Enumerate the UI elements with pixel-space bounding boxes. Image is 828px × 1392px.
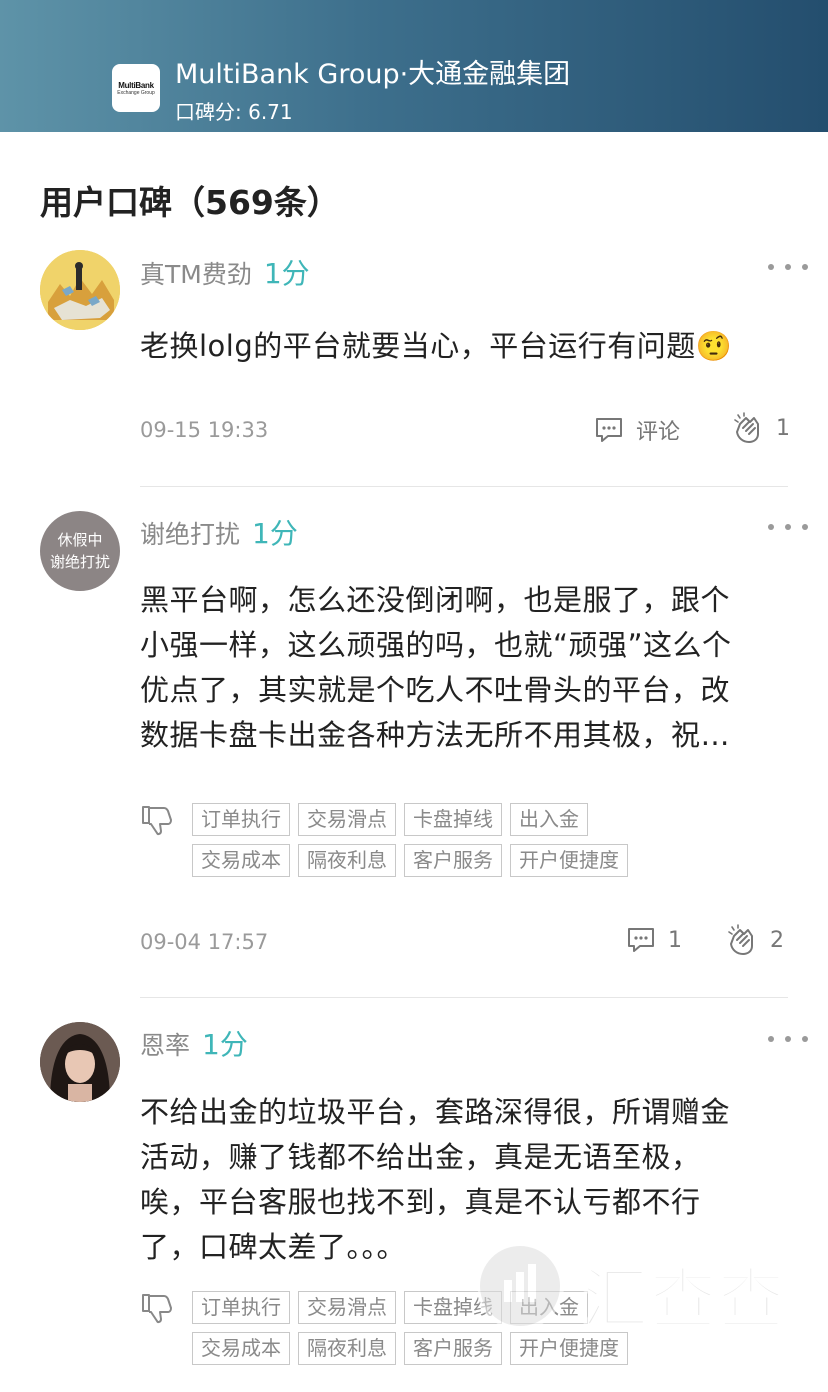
comment-button[interactable]: 评论: [594, 414, 680, 446]
comment-label: 评论: [636, 420, 681, 445]
tag[interactable]: 开户便捷度: [510, 844, 628, 877]
more-options-icon[interactable]: [768, 517, 808, 537]
comment-icon: [596, 418, 622, 442]
review-text-line: 活动，赚了钱都不给出金，真是无语至极，: [140, 1140, 701, 1174]
tag[interactable]: 订单执行: [192, 1291, 290, 1324]
review-date: 09-15 19:33: [140, 418, 269, 442]
tag[interactable]: 客户服务: [404, 1332, 502, 1365]
comment-icon: [628, 928, 654, 952]
review-date: 09-04 17:57: [140, 930, 269, 954]
clap-button[interactable]: 2: [726, 924, 784, 956]
review-text-line: 唉，平台客服也找不到，真是不认亏都不行: [140, 1185, 701, 1219]
review-text-line: 老换lolg的平台就要当心，平台运行有问题🤨: [140, 329, 733, 363]
divider: [140, 486, 788, 487]
broker-score: 口碑分: 6.71: [175, 100, 293, 124]
review-user-row: 真TM费劲 1分: [140, 252, 310, 292]
rating-score: 1分: [252, 517, 298, 550]
clap-count: 2: [770, 927, 784, 953]
more-options-icon[interactable]: [768, 257, 808, 277]
clap-icon: [734, 412, 759, 443]
username[interactable]: 恩率: [140, 1026, 190, 1062]
tag[interactable]: 交易成本: [192, 844, 290, 877]
logo-text: MultiBank: [118, 80, 154, 90]
avatar[interactable]: [40, 250, 120, 330]
reviews-section-title: 用户口碑（569条）: [40, 183, 340, 222]
divider: [140, 997, 788, 998]
tag[interactable]: 卡盘掉线: [404, 803, 502, 836]
tag[interactable]: 隔夜利息: [298, 844, 396, 877]
rating-score: 1分: [202, 1028, 248, 1061]
tag[interactable]: 交易滑点: [298, 803, 396, 836]
tag[interactable]: 出入金: [510, 803, 588, 836]
review-tags: 订单执行 交易滑点 卡盘掉线 出入金 交易成本 隔夜利息 客户服务 开户便捷度: [192, 803, 692, 885]
broker-name[interactable]: MultiBank Group·大通金融集团: [175, 52, 570, 91]
thumb-down-icon: [142, 1294, 172, 1324]
tag[interactable]: 订单执行: [192, 803, 290, 836]
broker-logo: MultiBank Exchange Group: [112, 64, 160, 112]
thumb-down-icon: [142, 806, 172, 836]
avatar-text: 休假中: [57, 531, 103, 549]
avatar[interactable]: 休假中 谢绝打扰: [40, 511, 120, 591]
review-text: 黑平台啊，怎么还没倒闭啊，也是服了，跟个 小强一样，这么顽强的吗，也就“顽强”这…: [140, 578, 800, 758]
review-text-line: 数据卡盘卡出金各种方法无所不用其极，祝…: [140, 718, 731, 752]
logo-subtext: Exchange Group: [117, 89, 155, 96]
username[interactable]: 谢绝打扰: [140, 515, 240, 551]
review-text: 老换lolg的平台就要当心，平台运行有问题🤨: [140, 324, 800, 369]
clap-button[interactable]: 1: [732, 412, 790, 444]
review-text-line: 黑平台啊，怎么还没倒闭啊，也是服了，跟个: [140, 583, 731, 617]
review-text-line: 小强一样，这么顽强的吗，也就“顽强”这么个: [140, 628, 732, 662]
watermark: 汇查查: [476, 1236, 808, 1339]
clap-icon: [728, 924, 753, 955]
tag[interactable]: 隔夜利息: [298, 1332, 396, 1365]
broker-header: MultiBank Exchange Group MultiBank Group…: [0, 0, 828, 132]
watermark-text: 汇查查: [581, 1260, 786, 1339]
avatar-text: 谢绝打扰: [49, 553, 110, 571]
tag[interactable]: 交易成本: [192, 1332, 290, 1365]
clap-count: 1: [776, 415, 790, 441]
rating-score: 1分: [263, 257, 310, 290]
comment-count: 1: [668, 927, 682, 953]
avatar[interactable]: [40, 1022, 120, 1102]
review-user-row: 恩率 1分: [140, 1023, 248, 1063]
review-text-line: 优点了，其实就是个吃人不吐骨头的平台，改: [140, 673, 731, 707]
comment-button[interactable]: 1: [626, 926, 682, 954]
username[interactable]: 真TM费劲: [140, 255, 252, 291]
review-text-line: 不给出金的垃圾平台，套路深得很，所谓赠金: [140, 1095, 731, 1129]
tag[interactable]: 交易滑点: [298, 1291, 396, 1324]
more-options-icon[interactable]: [768, 1029, 808, 1049]
tag[interactable]: 客户服务: [404, 844, 502, 877]
review-user-row: 谢绝打扰 1分: [140, 512, 298, 552]
